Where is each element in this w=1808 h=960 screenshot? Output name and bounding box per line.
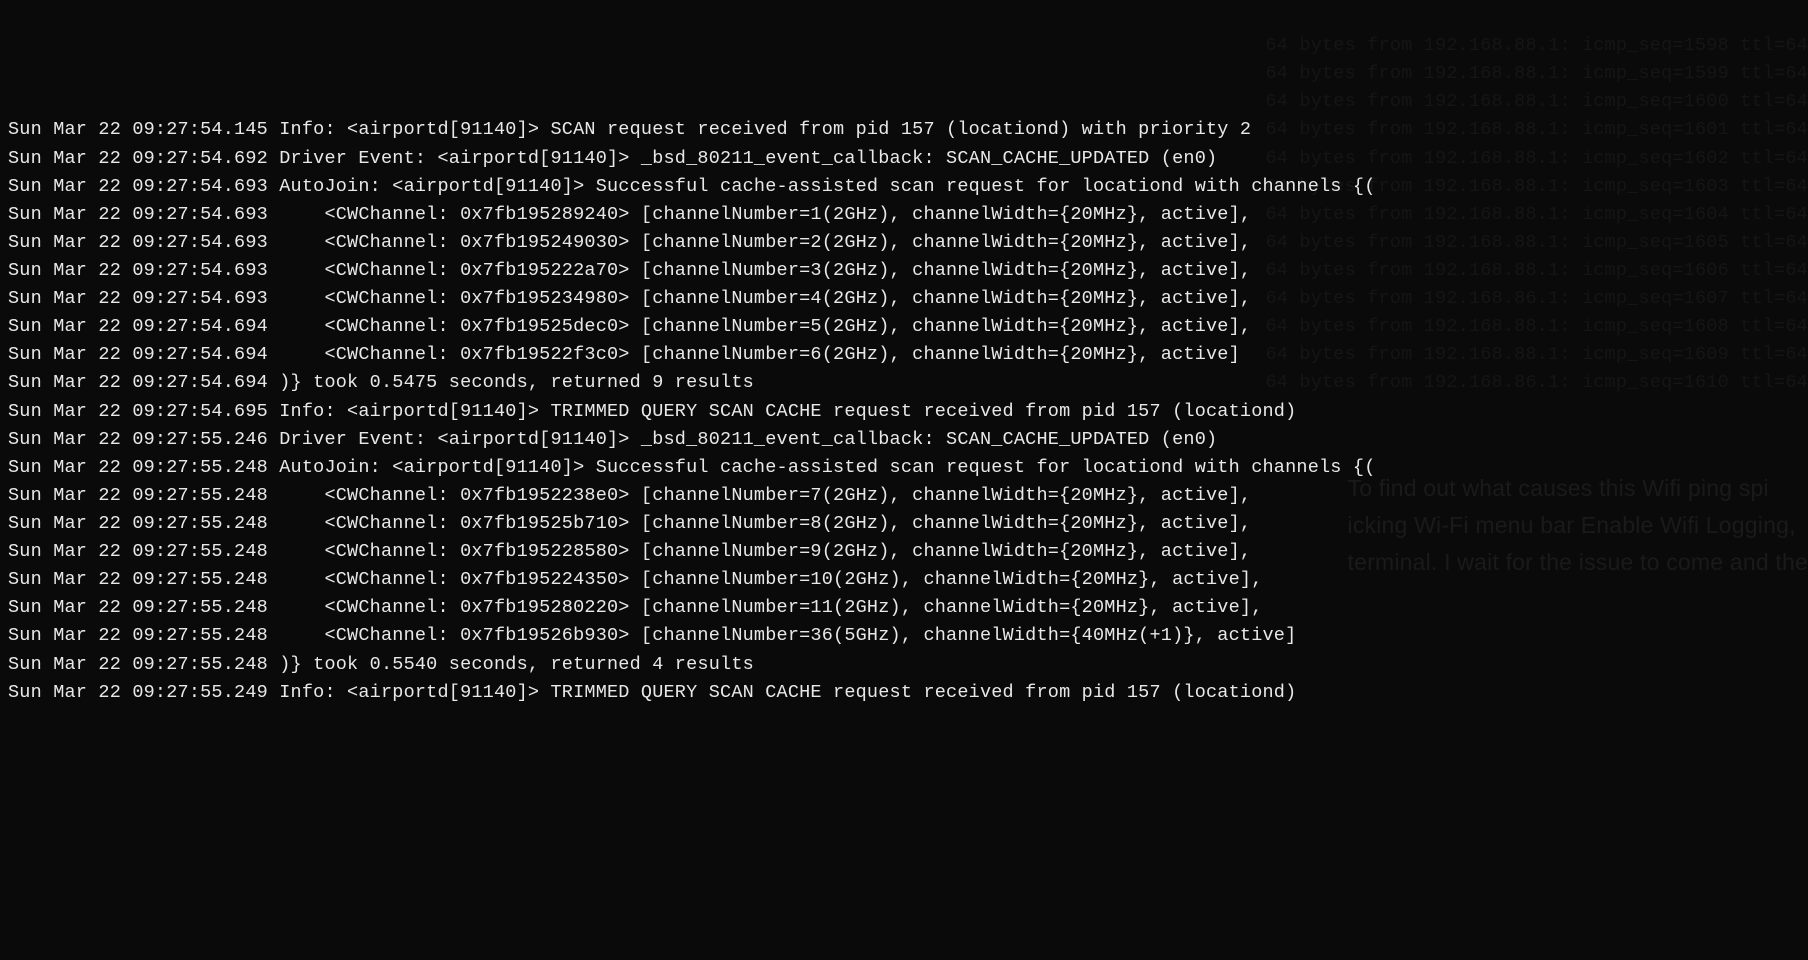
log-line: Sun Mar 22 09:27:55.248 <CWChannel: 0x7f…: [8, 482, 1800, 510]
log-line: Sun Mar 22 09:27:54.695 Info: <airportd[…: [8, 398, 1800, 426]
log-line: Sun Mar 22 09:27:54.693 <CWChannel: 0x7f…: [8, 285, 1800, 313]
log-line: Sun Mar 22 09:27:55.248 <CWChannel: 0x7f…: [8, 566, 1800, 594]
log-line: Sun Mar 22 09:27:55.248 <CWChannel: 0x7f…: [8, 510, 1800, 538]
log-line: Sun Mar 22 09:27:54.694 <CWChannel: 0x7f…: [8, 341, 1800, 369]
log-line: Sun Mar 22 09:27:55.248 <CWChannel: 0x7f…: [8, 538, 1800, 566]
log-line: Sun Mar 22 09:27:54.693 AutoJoin: <airpo…: [8, 173, 1800, 201]
ghost-ping-line: 64 bytes from 192.168.88.1: icmp_seq=159…: [1266, 60, 1808, 88]
ghost-ping-line: 64 bytes from 192.168.88.1: icmp_seq=159…: [1266, 32, 1808, 60]
log-line: Sun Mar 22 09:27:55.248 <CWChannel: 0x7f…: [8, 622, 1800, 650]
log-line: Sun Mar 22 09:27:55.248 AutoJoin: <airpo…: [8, 454, 1800, 482]
ghost-ping-line: [1266, 4, 1808, 32]
log-line: Sun Mar 22 09:27:55.249 Info: <airportd[…: [8, 679, 1800, 707]
log-line: Sun Mar 22 09:27:54.694 )} took 0.5475 s…: [8, 369, 1800, 397]
log-line: Sun Mar 22 09:27:55.248 <CWChannel: 0x7f…: [8, 594, 1800, 622]
log-line: Sun Mar 22 09:27:55.248 )} took 0.5540 s…: [8, 651, 1800, 679]
ghost-ping-line: 64 bytes from 192.168.88.1: icmp_seq=160…: [1266, 88, 1808, 116]
log-line: Sun Mar 22 09:27:54.145 Info: <airportd[…: [8, 116, 1800, 144]
log-line: Sun Mar 22 09:27:54.694 <CWChannel: 0x7f…: [8, 313, 1800, 341]
log-line: Sun Mar 22 09:27:54.693 <CWChannel: 0x7f…: [8, 257, 1800, 285]
log-line: Sun Mar 22 09:27:54.693 <CWChannel: 0x7f…: [8, 201, 1800, 229]
log-line: Sun Mar 22 09:27:54.692 Driver Event: <a…: [8, 145, 1800, 173]
log-line: Sun Mar 22 09:27:54.693 <CWChannel: 0x7f…: [8, 229, 1800, 257]
log-line: Sun Mar 22 09:27:55.246 Driver Event: <a…: [8, 426, 1800, 454]
terminal-log-output[interactable]: Sun Mar 22 09:27:54.145 Info: <airportd[…: [8, 116, 1800, 706]
